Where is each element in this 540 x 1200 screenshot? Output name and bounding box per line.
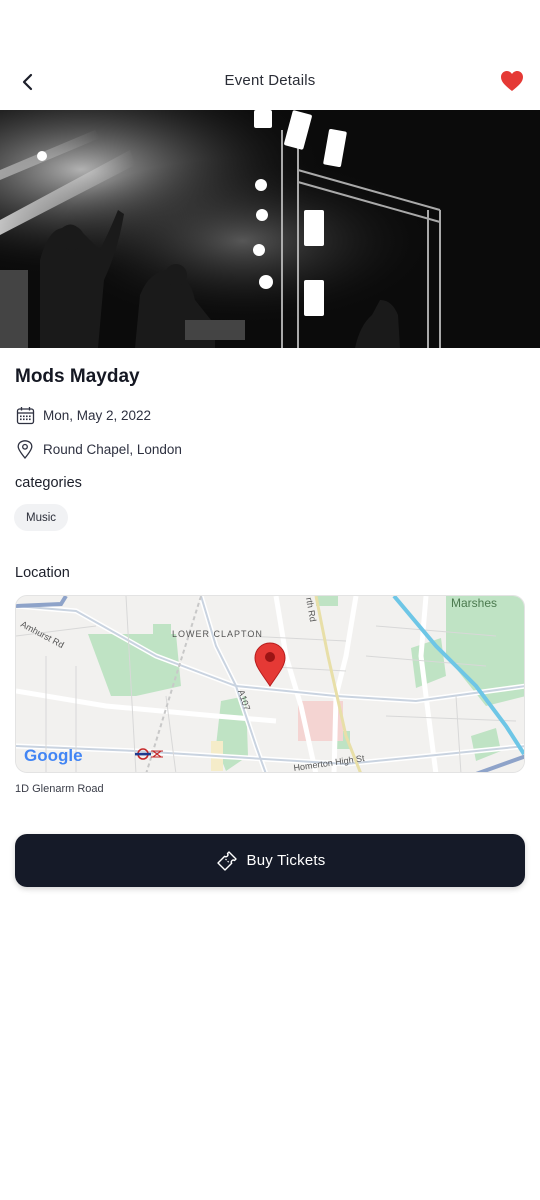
location-label: Location — [15, 565, 70, 581]
location-map[interactable]: Marshes LOWER CLAPTON Amhurst Rd A107 Ho… — [15, 595, 525, 773]
app-header: Event Details — [0, 56, 540, 108]
heart-icon — [501, 71, 523, 91]
category-chip-music[interactable]: Music — [14, 504, 69, 531]
map-label-marshes: Marshes — [451, 596, 497, 610]
event-venue: Round Chapel, London — [43, 441, 182, 457]
map-label-lower-clapton: LOWER CLAPTON — [172, 629, 263, 639]
event-title: Mods Mayday — [15, 366, 140, 387]
concert-photo — [0, 110, 540, 348]
favorite-button[interactable] — [498, 67, 526, 95]
ticket-icon — [215, 849, 239, 873]
location-address: 1D Glenarm Road — [15, 783, 104, 795]
event-date: Mon, May 2, 2022 — [43, 407, 152, 423]
categories-label: categories — [15, 475, 82, 491]
buy-tickets-button[interactable]: Buy Tickets — [15, 834, 525, 887]
buy-tickets-label: Buy Tickets — [246, 852, 326, 869]
location-pin-icon — [15, 439, 35, 459]
event-hero-image — [0, 110, 540, 348]
event-venue-row: Round Chapel, London — [15, 438, 182, 460]
google-logo: Google — [24, 746, 83, 765]
calendar-icon — [15, 405, 35, 425]
page-title: Event Details — [224, 72, 316, 89]
event-date-row: Mon, May 2, 2022 — [15, 404, 151, 426]
